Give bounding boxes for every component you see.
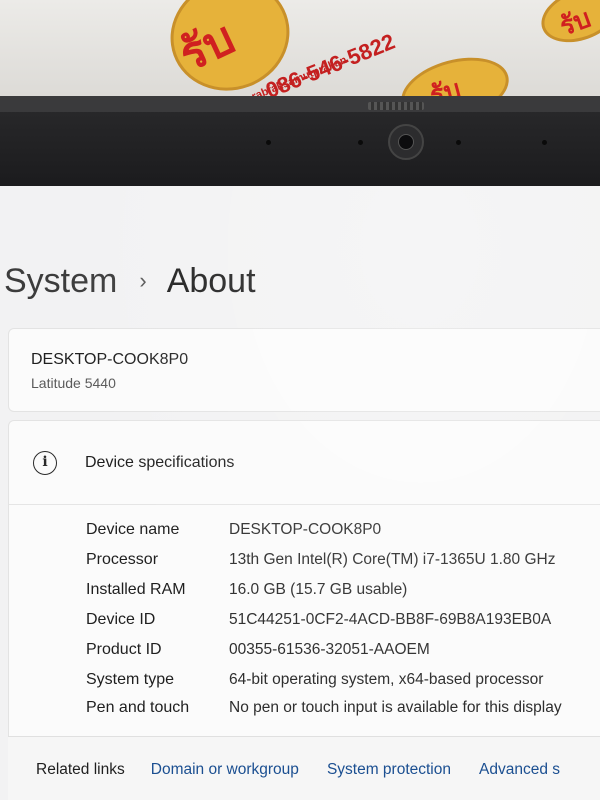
link-advanced-system-settings[interactable]: Advanced s xyxy=(479,761,560,779)
spec-value: 16.0 GB (15.7 GB usable) xyxy=(229,581,408,598)
background-surface: รับ รับ รับ rabfaksamutprakan 086-546-58… xyxy=(0,0,600,100)
spec-label: Device ID xyxy=(86,611,156,628)
spec-label: Installed RAM xyxy=(86,581,186,598)
info-icon: i xyxy=(33,451,57,475)
spec-row-device-name: Device name DESKTOP-COOK8P0 xyxy=(9,521,600,551)
camera-icon xyxy=(388,124,424,160)
spec-label: Pen and touch xyxy=(86,699,190,716)
spec-row-processor: Processor 13th Gen Intel(R) Core(TM) i7-… xyxy=(9,551,600,581)
sensor-dot xyxy=(358,140,363,145)
spec-value: 51C44251-0CF2-4ACD-BB8F-69B8A193EB0A xyxy=(229,611,552,628)
chevron-right-icon: › xyxy=(139,268,147,293)
spec-value: 13th Gen Intel(R) Core(TM) i7-1365U 1.80… xyxy=(229,551,556,568)
spec-value: 64-bit operating system, x64-based proce… xyxy=(229,671,544,688)
spec-row-pen-and-touch: Pen and touch No pen or touch input is a… xyxy=(9,699,600,729)
spec-value: 00355-61536-32051-AAOEM xyxy=(229,641,430,658)
device-model: Latitude 5440 xyxy=(31,375,116,391)
related-links-bar: Related links Domain or workgroup System… xyxy=(8,736,600,800)
link-system-protection[interactable]: System protection xyxy=(327,761,451,779)
related-links-label: Related links xyxy=(36,761,125,778)
breadcrumb: System › About xyxy=(4,262,256,301)
spec-label: Processor xyxy=(86,551,159,568)
spec-row-installed-ram: Installed RAM 16.0 GB (15.7 GB usable) xyxy=(9,581,600,611)
page-title: About xyxy=(166,262,256,300)
camera-lens xyxy=(398,134,414,150)
sensor-dot xyxy=(542,140,547,145)
related-links-row: Related links Domain or workgroup System… xyxy=(36,761,588,779)
device-specifications-header[interactable]: i Device specifications xyxy=(9,421,600,505)
breadcrumb-system[interactable]: System xyxy=(4,262,117,301)
device-card: DESKTOP-COOK8P0 Latitude 5440 xyxy=(8,328,600,412)
spec-label: Device name xyxy=(86,521,180,538)
spec-row-device-id: Device ID 51C44251-0CF2-4ACD-BB8F-69B8A1… xyxy=(9,611,600,641)
link-domain-or-workgroup[interactable]: Domain or workgroup xyxy=(151,761,299,779)
spec-value: DESKTOP-COOK8P0 xyxy=(229,521,382,538)
spec-row-product-id: Product ID 00355-61536-32051-AAOEM xyxy=(9,641,600,671)
privacy-shutter xyxy=(368,102,424,110)
spec-label: Product ID xyxy=(86,641,162,658)
sensor-dot xyxy=(456,140,461,145)
bezel-edge xyxy=(0,96,600,112)
device-name-heading: DESKTOP-COOK8P0 xyxy=(31,351,189,368)
spec-label: System type xyxy=(86,671,175,688)
spec-value: No pen or touch input is available for t… xyxy=(229,699,562,716)
spec-row-system-type: System type 64-bit operating system, x64… xyxy=(9,671,600,701)
device-specifications-title: Device specifications xyxy=(85,454,235,471)
sensor-dot xyxy=(266,140,271,145)
